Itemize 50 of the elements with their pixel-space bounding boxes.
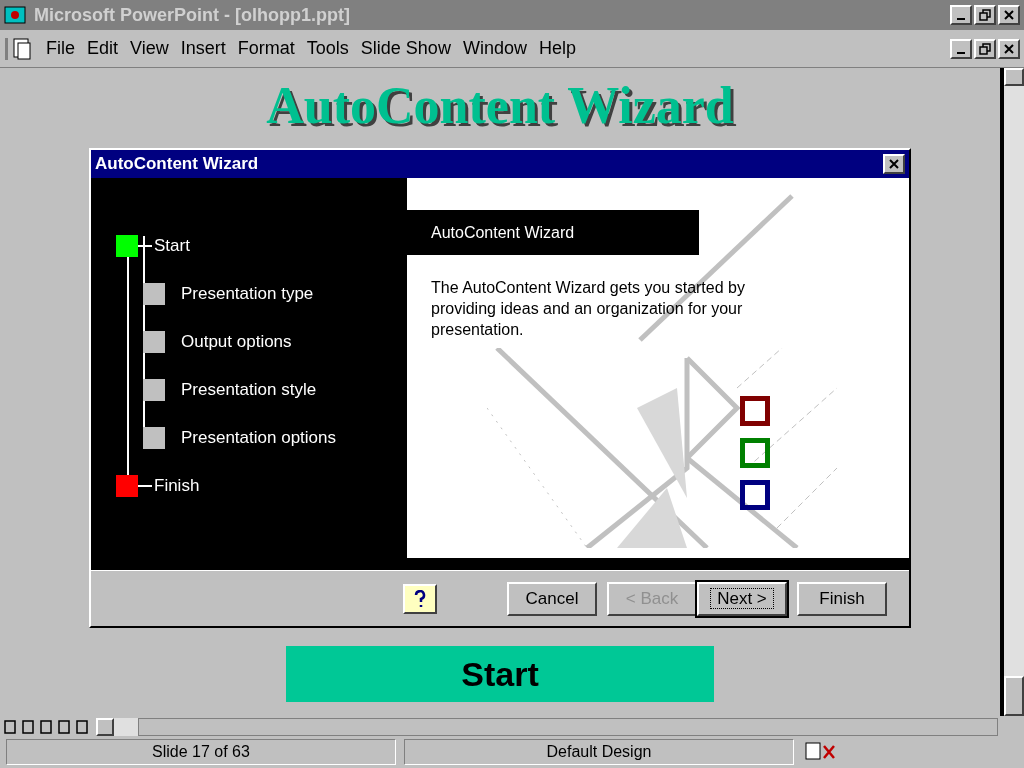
- menu-item[interactable]: Help: [538, 35, 576, 62]
- dialog-title: AutoContent Wizard: [95, 153, 260, 176]
- step-label: Presentation style: [181, 379, 317, 402]
- dialog-button[interactable]: Next >: [697, 581, 787, 616]
- dialog-button[interactable]: Finish: [797, 581, 887, 616]
- window-title: Microsoft PowerPoint - [olhopp1.ppt]: [34, 3, 351, 27]
- step-label: Finish: [154, 475, 200, 498]
- square-icon: [740, 480, 770, 510]
- step-label: Output options: [181, 331, 292, 354]
- slide-caption: Start: [461, 653, 539, 695]
- close-button[interactable]: [998, 38, 1020, 59]
- square-icon: [740, 438, 770, 468]
- horizontal-scrollbar[interactable]: [96, 718, 998, 736]
- wizard-description: The AutoContent Wizard gets you started by providing ideas and an organization for your presentation.: [431, 278, 746, 340]
- step-label: Presentation options: [181, 427, 336, 450]
- document-icon: [4, 35, 34, 62]
- slide-counter: Slide 17 of 63: [152, 742, 250, 762]
- restore-button[interactable]: [974, 38, 996, 59]
- restore-button[interactable]: [974, 5, 996, 25]
- view-icon[interactable]: [2, 719, 18, 735]
- minimize-button[interactable]: [950, 5, 972, 25]
- close-icon: [888, 158, 900, 170]
- restore-icon: [979, 9, 991, 21]
- close-icon: [1003, 9, 1015, 21]
- vertical-scrollbar[interactable]: [1000, 68, 1024, 716]
- panel-title: AutoContent Wizard: [431, 222, 575, 243]
- close-button[interactable]: [998, 5, 1020, 25]
- question-mark-icon: [413, 589, 427, 608]
- step-label: Start: [154, 235, 190, 258]
- dialog-button[interactable]: Cancel: [507, 581, 597, 616]
- menu-item[interactable]: Slide Show: [360, 35, 451, 62]
- menu-item[interactable]: Edit: [87, 35, 119, 62]
- step-label: Presentation type: [181, 283, 314, 306]
- minimize-icon: [957, 18, 965, 20]
- minimize-icon: [957, 51, 965, 54]
- restore-icon: [979, 42, 991, 55]
- square-icon: [740, 396, 770, 426]
- menu-item[interactable]: File: [46, 35, 75, 62]
- menu-item[interactable]: Insert: [180, 35, 226, 62]
- menu-item[interactable]: Window: [462, 35, 527, 62]
- minimize-button[interactable]: [950, 38, 972, 59]
- menu-item[interactable]: Format: [237, 35, 295, 62]
- menu-item[interactable]: Tools: [306, 35, 349, 62]
- help-button[interactable]: [403, 583, 437, 614]
- close-button[interactable]: [883, 154, 905, 174]
- close-icon: [1003, 42, 1015, 55]
- menu-item[interactable]: View: [130, 35, 169, 62]
- design-name: Default Design: [546, 742, 652, 762]
- app-icon: [4, 6, 26, 24]
- slide-heading: AutoContent Wizard: [266, 76, 734, 136]
